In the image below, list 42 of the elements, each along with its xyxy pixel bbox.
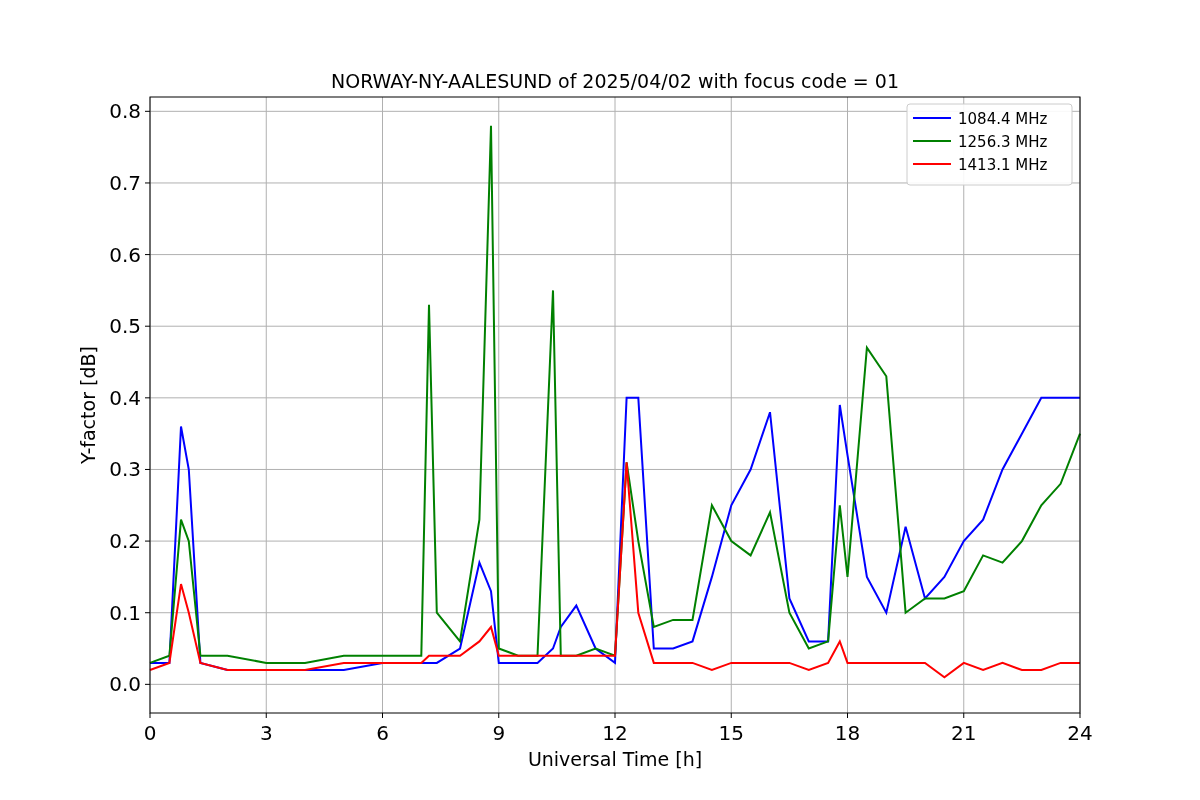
y-tick-label: 0.8 — [109, 99, 141, 124]
y-axis-label: Y-factor [dB] — [77, 346, 99, 464]
x-tick-label: 6 — [376, 721, 389, 745]
tick-mark — [144, 182, 151, 184]
y-tick-label: 0.7 — [109, 170, 141, 195]
y-tick-label: 0.0 — [109, 672, 141, 697]
tick-mark — [144, 397, 151, 399]
tick-mark — [144, 325, 151, 327]
x-tick-label: 12 — [602, 721, 628, 745]
tick-mark — [614, 712, 616, 719]
x-tick-label: 9 — [492, 721, 506, 745]
x-axis-label: Universal Time [h] — [527, 748, 703, 770]
y-tick-label: 0.2 — [109, 529, 141, 554]
x-tick-label: 21 — [951, 721, 977, 745]
legend-label: 1256.3 MHz — [958, 133, 1048, 151]
tick-mark — [149, 712, 151, 719]
chart-title: NORWAY-NY-AALESUND of 2025/04/02 with focus code = 01 — [331, 70, 899, 92]
x-tick-label: 0 — [143, 721, 157, 745]
x-tick-label: 18 — [834, 721, 861, 745]
tick-mark — [144, 468, 151, 470]
legend-label: 1413.1 MHz — [958, 156, 1048, 174]
tick-mark — [265, 712, 267, 719]
x-tick-label: 15 — [718, 721, 744, 745]
tick-mark — [498, 712, 500, 719]
y-tick-label: 0.5 — [109, 314, 141, 339]
legend-label: 1084.4 MHz — [958, 110, 1048, 128]
x-tick-label: 24 — [1067, 721, 1093, 745]
x-tick-label: 3 — [259, 721, 273, 745]
tick-mark — [144, 612, 151, 614]
y-tick-label: 0.4 — [109, 385, 141, 410]
tick-mark — [963, 712, 965, 719]
tick-mark — [1079, 712, 1081, 719]
tick-mark — [847, 712, 848, 719]
tick-mark — [382, 712, 383, 719]
y-tick-label: 0.6 — [109, 242, 141, 267]
tick-mark — [144, 254, 151, 256]
y-tick-label: 0.3 — [109, 457, 141, 482]
tick-mark — [144, 540, 151, 542]
tick-mark — [730, 712, 732, 719]
tick-mark — [144, 683, 151, 685]
y-tick-label: 0.1 — [109, 600, 141, 625]
tick-mark — [144, 110, 151, 112]
